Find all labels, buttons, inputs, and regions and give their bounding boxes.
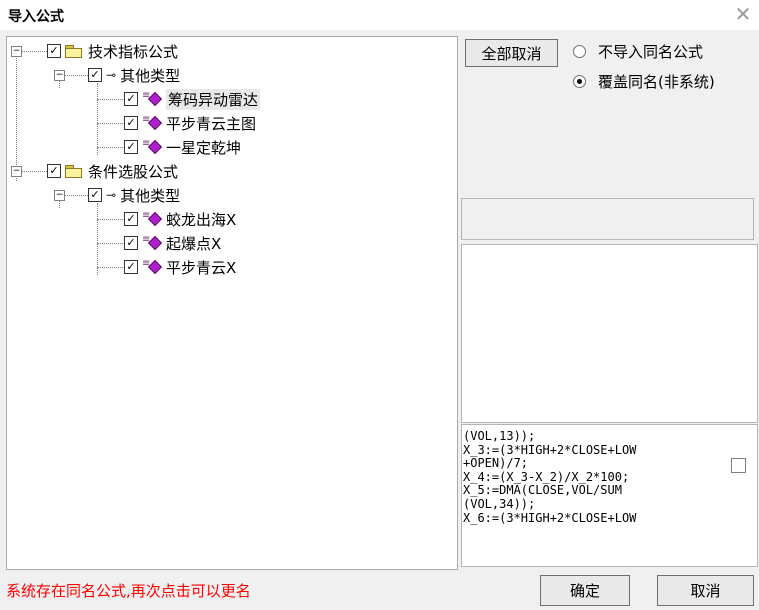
subgroup-label: 其他类型 bbox=[120, 66, 181, 85]
code-preview-text: (VOL,13)); X_3:=(3*HIGH+2*CLOSE+LOW +OPE… bbox=[463, 429, 637, 525]
checkbox[interactable]: ✓ bbox=[88, 188, 102, 202]
formula-tree[interactable]: − ✓ 技术指标公式 − ✓ ⊸ 其他类型 ✓ 筹码异动雷达 ✓ 平步青云主图 … bbox=[6, 36, 458, 570]
formula-icon bbox=[142, 210, 162, 225]
subgroup-label: 其他类型 bbox=[120, 186, 181, 205]
tree-item[interactable]: ✓ 平步青云X bbox=[124, 257, 236, 277]
folder-icon bbox=[65, 165, 82, 178]
item-label: 平步青云X bbox=[166, 258, 237, 277]
radio-button[interactable] bbox=[573, 75, 586, 88]
ok-button[interactable]: 确定 bbox=[540, 575, 630, 606]
tree-item[interactable]: ✓ 筹码异动雷达 bbox=[124, 88, 261, 110]
checkbox[interactable]: ✓ bbox=[124, 212, 138, 226]
tree-item[interactable]: ✓ 一星定乾坤 bbox=[124, 137, 241, 157]
tree-item[interactable]: ✓ 蛟龙出海X bbox=[124, 209, 236, 229]
group-label: 技术指标公式 bbox=[88, 42, 179, 61]
radio-button[interactable] bbox=[573, 45, 586, 58]
close-icon[interactable]: ✕ bbox=[733, 4, 753, 24]
tree-item[interactable]: ✓ 起爆点X bbox=[124, 233, 221, 253]
formula-icon bbox=[142, 114, 162, 129]
checkbox[interactable]: ✓ bbox=[47, 44, 61, 58]
radio-no-import[interactable]: 不导入同名公式 bbox=[573, 41, 703, 62]
status-message: 系统存在同名公式,再次点击可以更名 bbox=[6, 582, 251, 600]
cancel-button[interactable]: 取消 bbox=[657, 575, 754, 606]
tree-line bbox=[97, 203, 98, 275]
tree-subgroup[interactable]: ✓ ⊸ 其他类型 bbox=[88, 185, 180, 205]
checkbox[interactable]: ✓ bbox=[124, 260, 138, 274]
tree-line bbox=[97, 147, 123, 148]
formula-info-panel bbox=[461, 244, 758, 423]
formula-icon bbox=[142, 258, 162, 273]
dialog-title: 导入公式 bbox=[8, 9, 64, 25]
item-label: 一星定乾坤 bbox=[166, 138, 242, 157]
key-icon: ⊸ bbox=[106, 68, 117, 82]
checkbox[interactable]: ✓ bbox=[124, 116, 138, 130]
formula-name-box bbox=[461, 198, 754, 240]
preview-checkbox[interactable] bbox=[731, 458, 746, 473]
tree-subgroup[interactable]: ✓ ⊸ 其他类型 bbox=[88, 65, 180, 85]
checkbox[interactable]: ✓ bbox=[124, 140, 138, 154]
tree-group-screening[interactable]: ✓ 条件选股公式 bbox=[47, 161, 178, 181]
tree-line bbox=[64, 195, 88, 196]
tree-group-indicators[interactable]: ✓ 技术指标公式 bbox=[47, 41, 178, 61]
item-label: 平步青云主图 bbox=[166, 114, 257, 133]
tree-line bbox=[97, 267, 123, 268]
folder-icon bbox=[65, 45, 82, 58]
key-icon: ⊸ bbox=[106, 188, 117, 202]
tree-line bbox=[97, 123, 123, 124]
tree-line bbox=[59, 80, 60, 88]
formula-icon bbox=[142, 90, 162, 105]
checkbox[interactable]: ✓ bbox=[124, 92, 138, 106]
tree-line bbox=[21, 171, 47, 172]
tree-line bbox=[64, 75, 88, 76]
item-label: 蛟龙出海X bbox=[166, 210, 237, 229]
radio-label: 覆盖同名(非系统) bbox=[598, 73, 715, 91]
formula-icon bbox=[142, 138, 162, 153]
expand-toggle[interactable]: − bbox=[11, 46, 22, 57]
tree-line bbox=[97, 243, 123, 244]
expand-toggle[interactable]: − bbox=[54, 70, 65, 81]
tree-line bbox=[97, 219, 123, 220]
checkbox[interactable]: ✓ bbox=[124, 236, 138, 250]
import-formula-dialog: 导入公式 ✕ − ✓ 技术指标公式 − ✓ ⊸ 其他类型 ✓ ≡ 筹码异动雷达 … bbox=[0, 0, 759, 610]
cancel-all-button[interactable]: 全部取消 bbox=[465, 39, 558, 67]
group-label: 条件选股公式 bbox=[88, 162, 179, 181]
item-label: 起爆点X bbox=[166, 234, 222, 253]
formula-icon bbox=[142, 234, 162, 249]
radio-overwrite[interactable]: 覆盖同名(非系统) bbox=[573, 71, 715, 92]
radio-label: 不导入同名公式 bbox=[598, 43, 704, 61]
expand-toggle[interactable]: − bbox=[11, 166, 22, 177]
tree-line bbox=[97, 83, 98, 155]
expand-toggle[interactable]: − bbox=[54, 190, 65, 201]
checkbox[interactable]: ✓ bbox=[88, 68, 102, 82]
checkbox[interactable]: ✓ bbox=[47, 164, 61, 178]
tree-line bbox=[97, 99, 123, 100]
title-bar: 导入公式 ✕ bbox=[0, 0, 759, 30]
item-label: 筹码异动雷达 bbox=[166, 88, 261, 110]
tree-line bbox=[21, 51, 47, 52]
tree-line bbox=[59, 200, 60, 208]
tree-line bbox=[16, 55, 17, 181]
tree-item[interactable]: ✓ 平步青云主图 bbox=[124, 113, 256, 133]
